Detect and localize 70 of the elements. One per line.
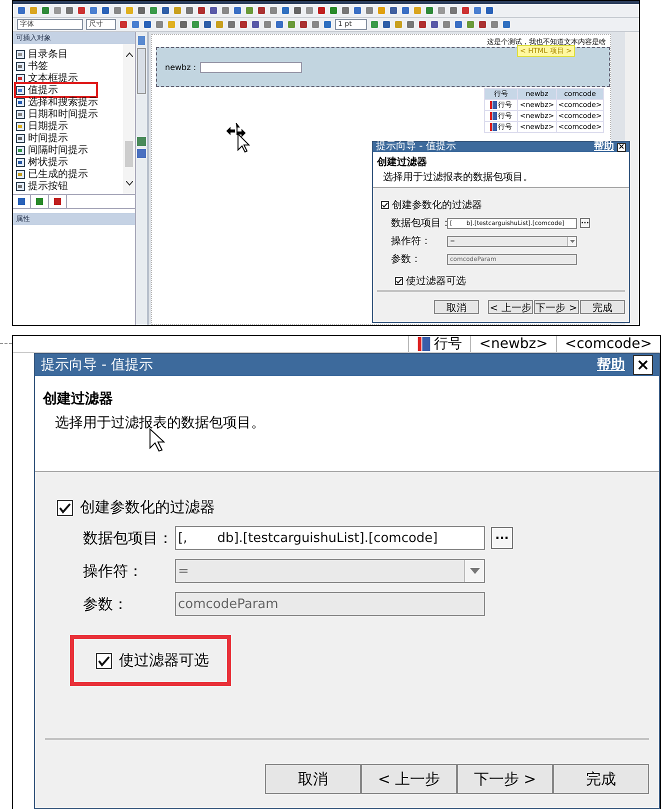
scroll-thumb[interactable] bbox=[125, 141, 133, 167]
wizard-button[interactable]: 完成 bbox=[580, 300, 625, 314]
toolbox-item[interactable]: 书签 bbox=[16, 60, 96, 72]
dropdown-arrow-icon bbox=[470, 568, 480, 574]
wizard-button[interactable]: 取消 bbox=[265, 764, 361, 794]
step-heading: 创建过滤器 bbox=[43, 390, 114, 408]
wizard-button[interactable]: 下一步 > bbox=[534, 300, 579, 314]
checkbox[interactable] bbox=[96, 652, 112, 668]
field-label: 参数： bbox=[391, 252, 422, 266]
checkbox[interactable] bbox=[57, 500, 73, 516]
help-link[interactable]: 帮助 bbox=[597, 358, 625, 372]
wizard-button[interactable]: 下一步 > bbox=[457, 764, 553, 794]
field-label: 参数： bbox=[83, 594, 129, 614]
wizard-button[interactable]: 取消 bbox=[434, 300, 479, 314]
dropdown-arrow-icon bbox=[570, 240, 574, 242]
field-label: 操作符： bbox=[391, 235, 432, 248]
scroll-down-icon[interactable] bbox=[126, 181, 132, 186]
field-label: 数据包项目： bbox=[391, 217, 447, 230]
scroll-up-icon[interactable] bbox=[126, 52, 132, 57]
page-icon bbox=[137, 36, 146, 45]
dialog-title: 提示向导 - 值提示 bbox=[376, 142, 457, 152]
row-number-icon bbox=[490, 101, 497, 109]
row-number-icon bbox=[490, 112, 497, 120]
table-cell: <newbz> bbox=[470, 336, 556, 352]
row-number-icon bbox=[417, 337, 432, 351]
value-prompt-field[interactable] bbox=[200, 62, 302, 72]
toolbox-item[interactable]: 已生成的提示 bbox=[16, 168, 96, 180]
move-cursor-icon bbox=[226, 123, 252, 153]
toolbox-item[interactable]: 文本框提示 bbox=[16, 72, 96, 84]
toolbox-item[interactable]: 时间提示 bbox=[16, 132, 96, 144]
checkbox[interactable] bbox=[395, 277, 403, 285]
toolbox-item[interactable]: 目录条目 bbox=[16, 48, 96, 60]
checkbox-label: 使过滤器可选 bbox=[406, 274, 466, 288]
wizard-button[interactable]: < 上一步 bbox=[361, 764, 457, 794]
field-label: 操作符： bbox=[83, 562, 144, 580]
wizard-button[interactable]: 完成 bbox=[553, 764, 649, 794]
table-cell: 行号 bbox=[408, 336, 470, 352]
dialog-title: 提示向导 - 值提示 bbox=[41, 358, 154, 372]
help-link[interactable]: 帮助 bbox=[594, 142, 614, 152]
row-number-icon bbox=[490, 123, 497, 131]
checkmark-icon bbox=[396, 278, 402, 284]
checkbox-label: 创建参数化的过滤器 bbox=[80, 498, 215, 517]
data-item-field[interactable]: [, db].[testcarguishuList].[comcode] bbox=[175, 526, 485, 550]
toolbox-item[interactable]: 日期提示 bbox=[16, 120, 96, 132]
toolbox-item[interactable]: 日期和时间提示 bbox=[16, 108, 96, 120]
checkmark-icon bbox=[59, 502, 71, 514]
checkbox-label: 使过滤器可选 bbox=[119, 651, 209, 670]
checkbox-label: 创建参数化的过滤器 bbox=[392, 198, 482, 212]
close-button[interactable]: × bbox=[633, 355, 653, 375]
step-heading: 创建过滤器 bbox=[377, 156, 428, 169]
scrollbar[interactable] bbox=[123, 44, 135, 194]
vertical-tab[interactable] bbox=[137, 48, 146, 94]
field-label: 数据包项目： bbox=[83, 528, 174, 548]
toolbox-item[interactable]: 间隔时间提示 bbox=[16, 144, 96, 156]
step-description: 选择用于过滤报表的数据包项目。 bbox=[54, 414, 266, 432]
step-description: 选择用于过滤报表的数据包项目。 bbox=[382, 170, 534, 184]
checkbox[interactable] bbox=[381, 201, 389, 209]
prompt-label: newbz : bbox=[165, 62, 196, 72]
checkmark-icon bbox=[382, 202, 388, 208]
toolbox-item[interactable]: 值提示 bbox=[16, 84, 96, 96]
pointer-icon bbox=[149, 428, 165, 452]
wizard-button[interactable]: < 上一步 bbox=[488, 300, 533, 314]
table-cell: <comcode> bbox=[556, 336, 660, 352]
operator-value: = bbox=[178, 564, 189, 578]
toolbox-item[interactable]: 选择和搜索提示 bbox=[16, 96, 96, 108]
toolbox-item[interactable]: 提示按钮 bbox=[16, 180, 96, 192]
close-button[interactable]: × bbox=[617, 142, 626, 152]
toolbox-item[interactable]: 树状提示 bbox=[16, 156, 96, 168]
browse-button[interactable]: ··· bbox=[491, 527, 513, 549]
checkmark-icon bbox=[98, 654, 110, 666]
